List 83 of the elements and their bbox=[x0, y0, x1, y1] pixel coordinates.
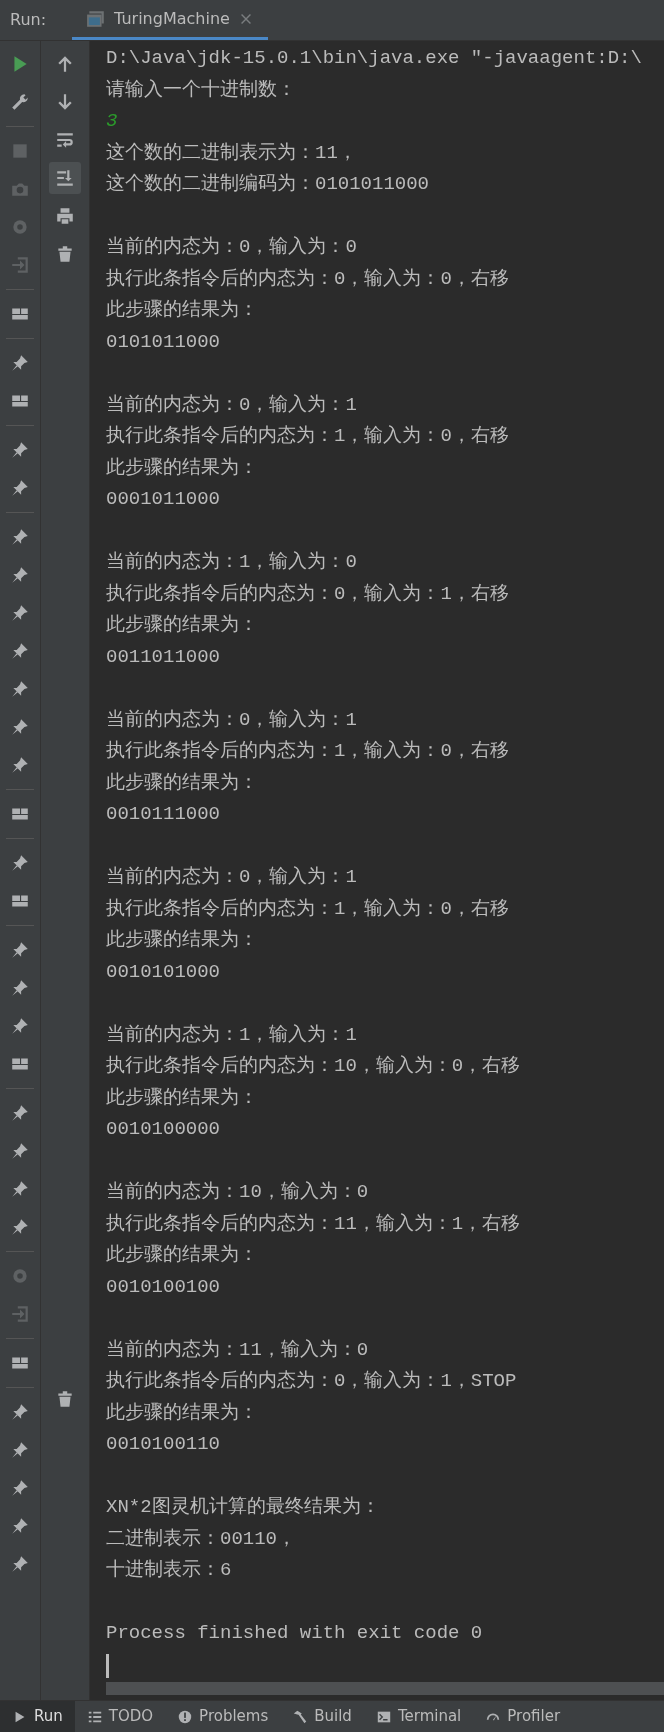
console-line: 当前的内态为：0，输入为：1 bbox=[106, 707, 357, 733]
console-line: 0101011000 bbox=[106, 329, 221, 355]
console-line: 此步骤的结果为： bbox=[106, 928, 258, 953]
console-line: 执行此条指令后的内态为：0，输入为：1，STOP bbox=[106, 1369, 517, 1394]
scroll-end-icon bbox=[55, 168, 75, 188]
pin-icon[interactable] bbox=[10, 1478, 30, 1498]
console-line: 十进制表示：6 bbox=[106, 1558, 232, 1583]
pin-icon[interactable] bbox=[10, 1217, 30, 1237]
typed-number: 3 bbox=[106, 109, 118, 134]
console-line: 0010100000 bbox=[106, 1117, 221, 1142]
console-line: 当前的内态为：1，输入为：1 bbox=[106, 1022, 357, 1048]
horizontal-scrollbar[interactable] bbox=[106, 1682, 664, 1695]
printer-icon[interactable] bbox=[55, 206, 75, 226]
console-line: 执行此条指令后的内态为：0，输入为：0，右移 bbox=[106, 266, 509, 292]
pin-icon[interactable] bbox=[10, 940, 30, 960]
console-line: 执行此条指令后的内态为：10，输入为：0，右移 bbox=[106, 1054, 521, 1079]
pin-icon[interactable] bbox=[10, 1179, 30, 1199]
console-line: 此步骤的结果为： bbox=[106, 298, 258, 323]
pin-icon[interactable] bbox=[10, 853, 30, 873]
hammer-icon bbox=[292, 1708, 309, 1725]
pin-icon[interactable] bbox=[10, 527, 30, 547]
console-line: 这个数的二进制表示为：11， bbox=[106, 140, 357, 166]
console-line: 请输入一个十进制数： bbox=[106, 77, 296, 103]
pin-icon[interactable] bbox=[10, 1516, 30, 1536]
console-line: 执行此条指令后的内态为：11，输入为：1，右移 bbox=[106, 1211, 521, 1237]
pin-icon[interactable] bbox=[10, 1440, 30, 1460]
tool-window-tab[interactable]: Profiler bbox=[473, 1701, 573, 1732]
console-line: 此步骤的结果为： bbox=[106, 455, 258, 481]
console-line: 此步骤的结果为： bbox=[106, 1085, 258, 1111]
tool-window-tab[interactable]: Problems bbox=[165, 1701, 281, 1732]
text-caret bbox=[106, 1653, 109, 1678]
console-line: 当前的内态为：11，输入为：0 bbox=[106, 1337, 369, 1363]
console-line: 此步骤的结果为： bbox=[106, 1243, 258, 1268]
console-line: 这个数的二进制编码为：0101011000 bbox=[106, 172, 430, 197]
console-line: 当前的内态为：0，输入为：1 bbox=[106, 865, 357, 890]
console-line: 当前的内态为：0，输入为：1 bbox=[106, 392, 357, 418]
trash-icon[interactable] bbox=[55, 244, 75, 264]
pin-icon[interactable] bbox=[10, 1554, 30, 1574]
console-line: 当前的内态为：10，输入为：0 bbox=[106, 1180, 369, 1205]
console-line: 0010111000 bbox=[106, 802, 221, 827]
pin-icon[interactable] bbox=[10, 679, 30, 699]
pin-icon[interactable] bbox=[10, 1402, 30, 1422]
console-line: 执行此条指令后的内态为：1，输入为：0，右移 bbox=[106, 896, 509, 922]
window-icon bbox=[86, 8, 107, 29]
console-line: 当前的内态为：1，输入为：0 bbox=[106, 550, 357, 575]
console-line: 执行此条指令后的内态为：0，输入为：1，右移 bbox=[106, 581, 509, 607]
console-line: 0011011000 bbox=[106, 644, 221, 670]
console-line: Process finished with exit code 0 bbox=[106, 1621, 483, 1646]
scroll-to-end-button[interactable] bbox=[49, 162, 81, 194]
trash-icon[interactable] bbox=[55, 1389, 75, 1409]
pin-icon[interactable] bbox=[10, 755, 30, 775]
pin-icon[interactable] bbox=[10, 440, 30, 460]
pin-icon[interactable] bbox=[10, 1016, 30, 1036]
console-line: 二进制表示：00110， bbox=[106, 1526, 296, 1552]
pin-icon[interactable] bbox=[10, 478, 30, 498]
console-line: 此步骤的结果为： bbox=[106, 613, 258, 638]
tool-window-tab[interactable]: Run bbox=[0, 1701, 75, 1732]
tool-window-tab[interactable]: TODO bbox=[74, 1701, 166, 1732]
tool-window-tab[interactable]: Build bbox=[280, 1701, 364, 1732]
console-line: XN*2图灵机计算的最终结果为： bbox=[106, 1495, 380, 1520]
pin-icon[interactable] bbox=[10, 978, 30, 998]
console-line: 此步骤的结果为： bbox=[106, 770, 258, 796]
pin-icon[interactable] bbox=[10, 1103, 30, 1123]
console-line: 0010100100 bbox=[106, 1274, 221, 1300]
console-line: 当前的内态为：0，输入为：0 bbox=[106, 235, 357, 260]
wrench-icon[interactable] bbox=[10, 92, 30, 112]
pin-icon[interactable] bbox=[10, 641, 30, 661]
console-line: D:\Java\jdk-15.0.1\bin\java.exe "-javaagent:D:\ bbox=[106, 46, 642, 71]
console-line: 执行此条指令后的内态为：1，输入为：0，右移 bbox=[106, 739, 509, 764]
console-line: 执行此条指令后的内态为：1，输入为：0，右移 bbox=[106, 424, 509, 449]
exclamation-icon bbox=[177, 1708, 194, 1725]
panel-title: Run: bbox=[9, 9, 48, 31]
pin-icon[interactable] bbox=[10, 565, 30, 585]
console-line: 0001011000 bbox=[106, 487, 221, 512]
wrap-icon[interactable] bbox=[55, 130, 75, 150]
console-line: 0010101000 bbox=[106, 959, 221, 985]
console-line: 此步骤的结果为： bbox=[106, 1400, 258, 1426]
console-line: 0010100110 bbox=[106, 1432, 221, 1457]
pin-icon[interactable] bbox=[10, 353, 30, 373]
pin-icon[interactable] bbox=[10, 717, 30, 737]
tool-window-tab[interactable]: Terminal bbox=[363, 1701, 474, 1732]
pin-icon[interactable] bbox=[10, 1141, 30, 1161]
pin-icon[interactable] bbox=[10, 603, 30, 623]
